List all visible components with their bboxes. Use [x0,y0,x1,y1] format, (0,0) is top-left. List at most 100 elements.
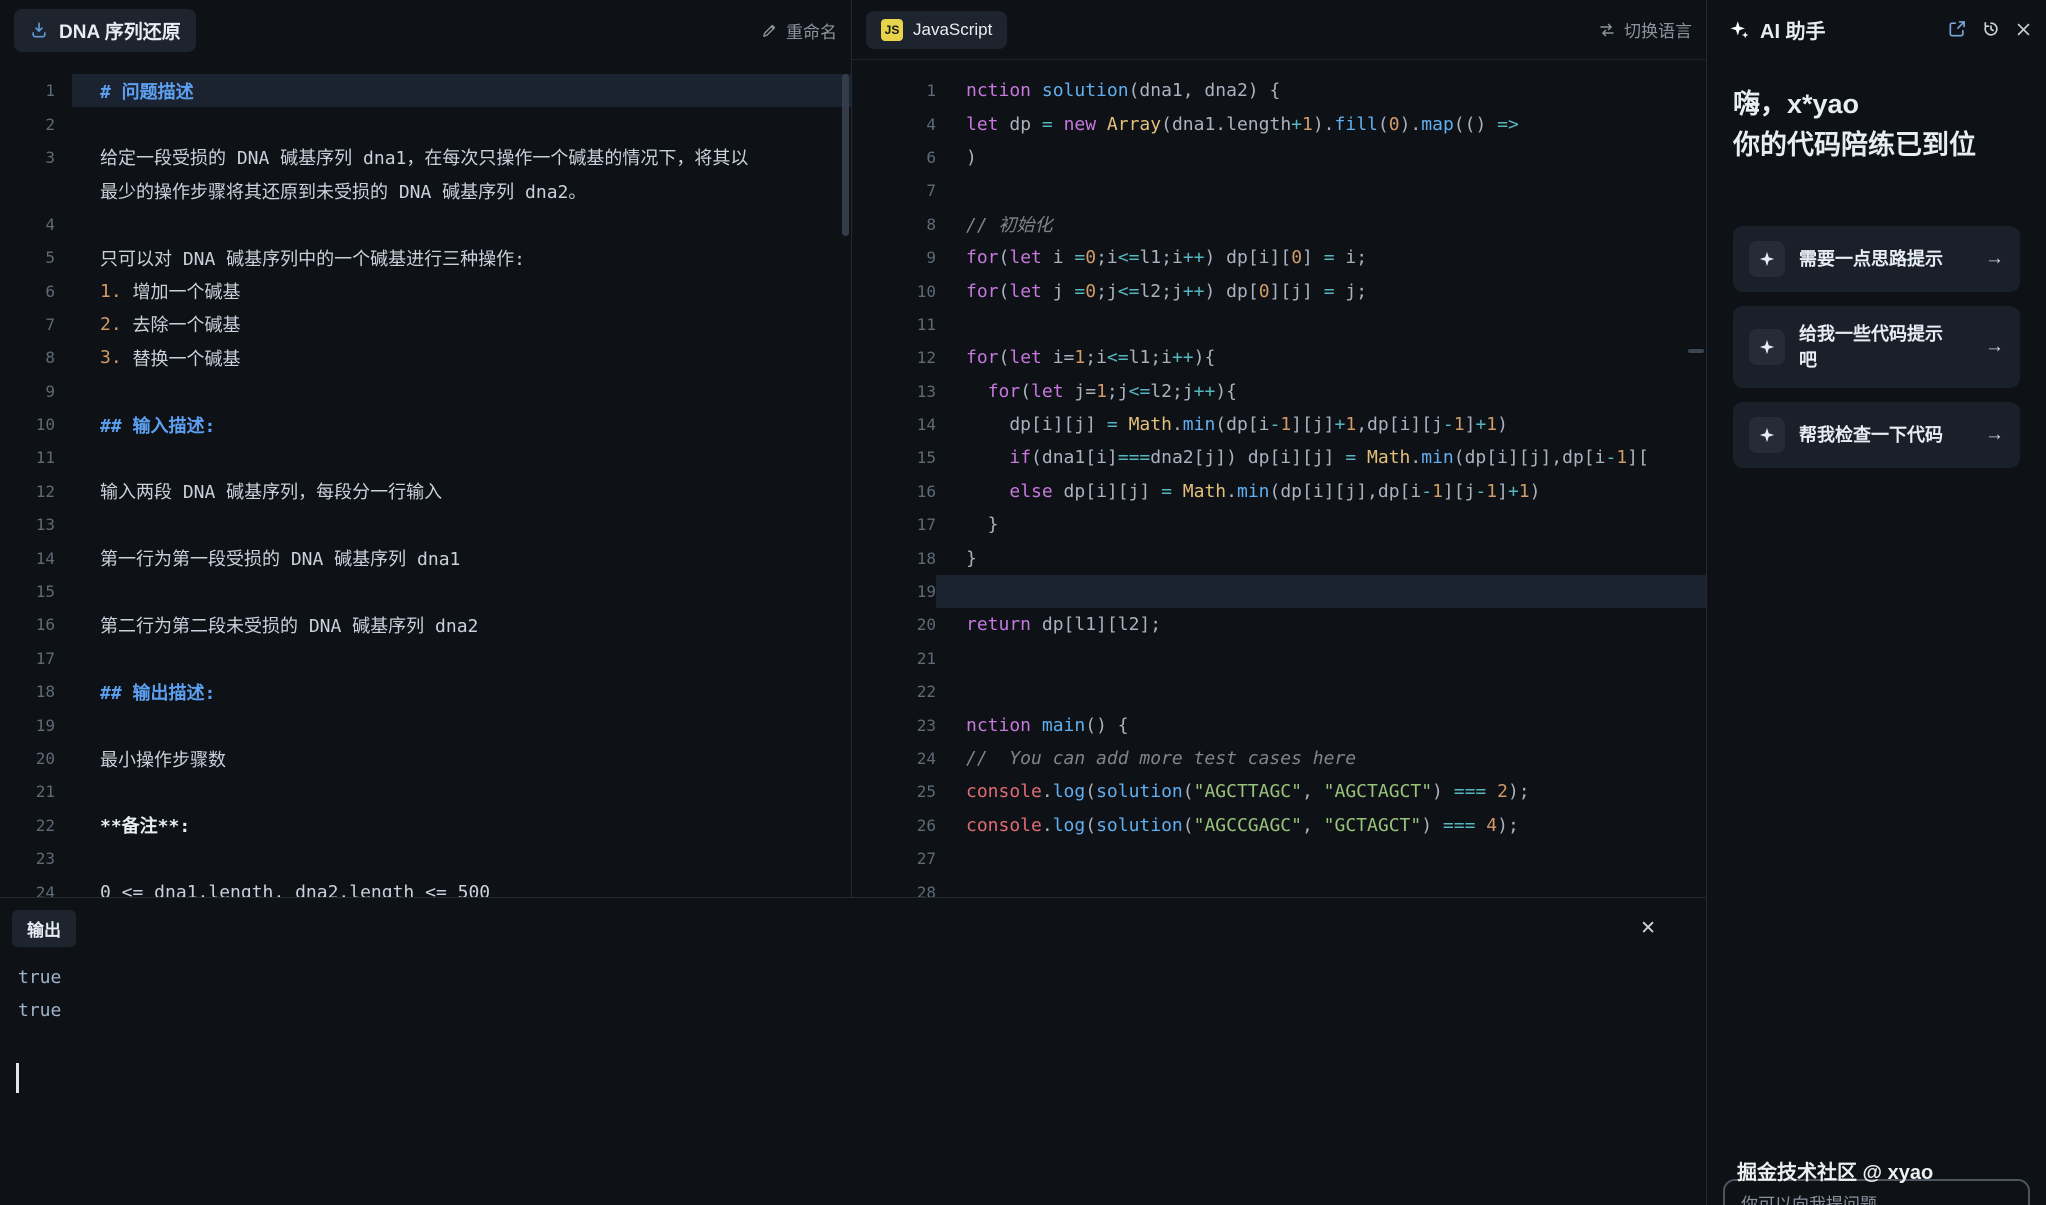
line-text[interactable] [936,675,1706,708]
suggestion-label: 帮我检查一下代码 [1799,422,1954,448]
line-text[interactable] [936,308,1706,341]
line-text[interactable]: // You can add more test cases here [936,742,1706,775]
line-text[interactable]: ## 输出描述: [72,675,851,708]
line-number: 5 [0,248,72,267]
line-text[interactable]: 第二行为第二段未受损的 DNA 碱基序列 dna2 [72,608,851,641]
line-number: 21 [0,782,72,801]
suggestion-card[interactable]: 给我一些代码提示吧→ [1733,306,2020,388]
line-number: 19 [852,582,936,601]
line-text[interactable]: 给定一段受损的 DNA 碱基序列 dna1，在每次只操作一个碱基的情况下，将其以 [72,141,851,174]
line-text[interactable] [72,842,851,875]
line-text[interactable] [936,842,1706,875]
line-text[interactable]: for(let j=1;j<=l2;j++){ [936,375,1706,408]
history-icon [1981,19,2001,39]
line-number: 16 [852,482,936,501]
history-button[interactable] [1979,17,2003,41]
line-text[interactable]: if(dna1[i]===dna2[j]) dp[i][j] = Math.mi… [936,441,1706,474]
line-text[interactable] [72,107,851,140]
line-text[interactable]: 第一行为第一段受损的 DNA 碱基序列 dna1 [72,541,851,574]
line-text[interactable]: nction solution(dna1, dna2) { [936,74,1706,107]
line-text[interactable]: console.log(solution("AGCCGAGC", "GCTAGC… [936,809,1706,842]
rename-button[interactable]: 重命名 [761,18,837,43]
line-text[interactable]: return dp[l1][l2]; [936,608,1706,641]
share-icon [1947,19,1967,39]
ai-title: AI 助手 [1760,15,1826,44]
output-lines: truetrue [18,961,1706,1027]
line-text[interactable]: } [936,508,1706,541]
problem-scrollbar[interactable] [842,74,849,236]
ai-greeting: 嗨，x*yao 你的代码陪练已到位 [1707,58,2046,166]
line-text[interactable] [72,642,851,675]
greeting-line-1: 嗨，x*yao [1733,84,2020,125]
line-text[interactable]: for(let j =0;j<=l2;j++) dp[0][j] = j; [936,274,1706,307]
editor-line: 22**备注**: [0,809,851,842]
editor-scrollbar[interactable] [1688,349,1704,353]
line-text[interactable] [936,875,1706,897]
line-text[interactable]: 2. 去除一个碱基 [72,308,851,341]
line-text[interactable]: dp[i][j] = Math.min(dp[i-1][j]+1,dp[i][j… [936,408,1706,441]
output-close-button[interactable]: ✕ [1640,917,1656,940]
close-icon: ✕ [1640,918,1656,939]
line-text[interactable] [936,642,1706,675]
line-text[interactable] [72,575,851,608]
line-number: 18 [0,682,72,701]
sparkle-icon [1749,241,1785,277]
line-text[interactable]: let dp = new Array(dna1.length+1).fill(0… [936,107,1706,140]
arrow-right-icon: → [1985,336,2004,358]
editor-line: 26console.log(solution("AGCCGAGC", "GCTA… [852,809,1706,842]
editor-line: 最少的操作步骤将其还原到未受损的 DNA 碱基序列 dna2。 [0,174,851,207]
line-text[interactable]: 0 <= dna1.length, dna2.length <= 500 [72,875,851,897]
line-text[interactable] [72,375,851,408]
line-text[interactable]: ## 输入描述: [72,408,851,441]
line-number: 8 [0,348,72,367]
line-text[interactable] [936,575,1706,608]
line-text[interactable]: 1. 增加一个碱基 [72,274,851,307]
line-number: 7 [852,181,936,200]
line-text[interactable]: nction main() { [936,708,1706,741]
line-number: 19 [0,716,72,735]
editor-line: 27 [852,842,1706,875]
line-number: 24 [0,883,72,897]
line-text[interactable]: else dp[i][j] = Math.min(dp[i][j],dp[i-1… [936,475,1706,508]
ai-sparkle-icon [1729,19,1750,40]
line-text[interactable]: 最少的操作步骤将其还原到未受损的 DNA 碱基序列 dna2。 [72,174,851,207]
line-text[interactable]: # 问题描述 [72,74,851,107]
line-text[interactable]: **备注**: [72,809,851,842]
line-text[interactable]: ) [936,141,1706,174]
line-text[interactable] [72,775,851,808]
editor-line: 6) [852,141,1706,174]
line-text[interactable] [72,708,851,741]
terminal-cursor[interactable] [16,1063,19,1093]
switch-language-button[interactable]: 切换语言 [1598,17,1692,42]
line-text[interactable]: // 初始化 [936,208,1706,241]
line-text[interactable] [936,174,1706,207]
line-text[interactable] [72,208,851,241]
language-tab[interactable]: JS JavaScript [866,11,1007,49]
line-text[interactable]: 3. 替换一个碱基 [72,341,851,374]
editor-line: 7 [852,174,1706,207]
editor-line: 14第一行为第一段受损的 DNA 碱基序列 dna1 [0,541,851,574]
suggestion-card[interactable]: 需要一点思路提示→ [1733,226,2020,292]
line-text[interactable]: 输入两段 DNA 碱基序列，每段分一行输入 [72,475,851,508]
editor-line: 5只可以对 DNA 碱基序列中的一个碱基进行三种操作: [0,241,851,274]
line-text[interactable]: for(let i=1;i<=l1;i++){ [936,341,1706,374]
line-text[interactable] [72,508,851,541]
output-line: true [18,994,1706,1027]
line-number: 14 [0,549,72,568]
feedback-button[interactable] [1945,17,1969,41]
line-text[interactable]: console.log(solution("AGCTTAGC", "AGCTAG… [936,775,1706,808]
suggestion-card[interactable]: 帮我检查一下代码→ [1733,402,2020,468]
line-text[interactable]: } [936,541,1706,574]
output-header: 输出 ✕ [0,898,1706,947]
line-text[interactable]: 只可以对 DNA 碱基序列中的一个碱基进行三种操作: [72,241,851,274]
line-text[interactable]: for(let i =0;i<=l1;i++) dp[i][0] = i; [936,241,1706,274]
ai-close-button[interactable] [2013,19,2034,40]
line-text[interactable]: 最小操作步骤数 [72,742,851,775]
editor-line: 25console.log(solution("AGCTTAGC", "AGCT… [852,775,1706,808]
line-text[interactable] [72,441,851,474]
code-lines: 1nction solution(dna1, dna2) {4let dp = … [852,60,1706,897]
problem-title-chip[interactable]: DNA 序列还原 [14,9,196,52]
editor-line: 10for(let j =0;j<=l2;j++) dp[0][j] = j; [852,274,1706,307]
line-number: 25 [852,782,936,801]
editor-line: 24// You can add more test cases here [852,742,1706,775]
